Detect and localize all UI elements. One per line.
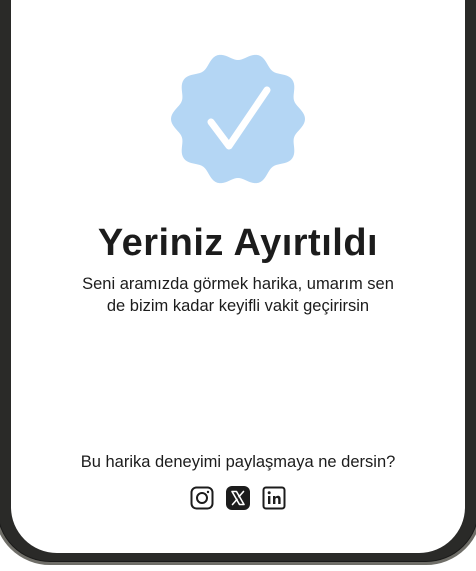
message-line-1: Seni aramızda görmek harika, umarım sen [82,275,394,293]
message-line-2: de bizim kadar keyifli vakit geçirirsin [106,297,370,315]
x-share-button[interactable] [226,486,250,510]
linkedin-icon [262,486,286,510]
phone-screen: Yeriniz Ayırtıldı Seni aramızda görmek h… [11,0,465,553]
confirmation-message: Seni aramızda görmek harika, umarım sen … [51,273,425,317]
page-title: Yeriniz Ayırtıldı [97,222,379,264]
instagram-icon [190,486,214,510]
verified-badge-icon [169,50,307,188]
social-share-bar [11,486,465,510]
share-prompt: Bu harika deneyimi paylaşmaya ne dersin? [80,453,396,471]
confirmation-content: Yeriniz Ayırtıldı Seni aramızda görmek h… [11,0,465,553]
instagram-share-button[interactable] [190,486,214,510]
linkedin-share-button[interactable] [262,486,286,510]
x-icon [226,486,250,510]
